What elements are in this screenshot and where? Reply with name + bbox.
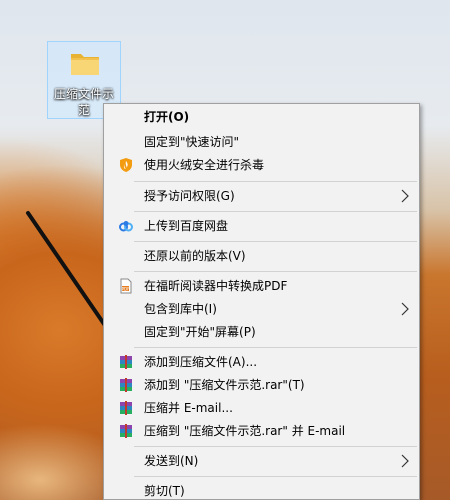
menu-item-label: 在福昕阅读器中转换成PDF: [144, 279, 288, 293]
foxit-pdf-icon: PDF: [120, 278, 132, 294]
menu-item-send-to[interactable]: 发送到(N): [106, 450, 417, 472]
menu-item-label: 包含到库中(I): [144, 302, 217, 316]
menu-item-add-to-rar[interactable]: 添加到 "压缩文件示范.rar"(T): [106, 374, 417, 396]
menu-item-label: 授予访问权限(G): [144, 189, 235, 203]
menu-item-compress-email[interactable]: 压缩并 E-mail...: [106, 397, 417, 419]
menu-item-label: 使用火绒安全进行杀毒: [144, 158, 265, 172]
menu-item-label: 添加到 "压缩文件示范.rar"(T): [144, 378, 305, 392]
huorong-shield-icon: [120, 158, 132, 172]
menu-item-label: 发送到(N): [144, 454, 199, 468]
context-menu: 打开(O) 固定到"快速访问" 使用火绒安全进行杀毒 授予访问权限(G) 上传到…: [103, 103, 420, 500]
menu-item-grant-access[interactable]: 授予访问权限(G): [106, 185, 417, 207]
menu-item-label: 固定到"快速访问": [144, 135, 240, 149]
menu-item-label: 压缩到 "压缩文件示范.rar" 并 E-mail: [144, 424, 346, 438]
menu-item-foxit-convert[interactable]: PDF 在福昕阅读器中转换成PDF: [106, 275, 417, 297]
menu-separator: [134, 347, 417, 348]
chevron-right-icon: [401, 302, 409, 316]
chevron-right-icon: [401, 454, 409, 468]
winrar-icon: [120, 424, 132, 438]
menu-item-cut[interactable]: 剪切(T): [106, 480, 417, 499]
svg-text:PDF: PDF: [122, 286, 130, 291]
menu-separator: [134, 211, 417, 212]
menu-separator: [134, 271, 417, 272]
menu-item-label: 剪切(T): [144, 484, 185, 498]
menu-item-label: 固定到"开始"屏幕(P): [144, 325, 256, 339]
winrar-icon: [120, 401, 132, 415]
menu-item-pin-quick-access[interactable]: 固定到"快速访问": [106, 131, 417, 153]
menu-item-label: 还原以前的版本(V): [144, 249, 246, 263]
menu-item-restore-versions[interactable]: 还原以前的版本(V): [106, 245, 417, 267]
menu-item-label: 打开(O): [144, 110, 190, 124]
menu-item-compress-rar-email[interactable]: 压缩到 "压缩文件示范.rar" 并 E-mail: [106, 420, 417, 442]
menu-item-add-to-archive[interactable]: 添加到压缩文件(A)...: [106, 351, 417, 373]
baidu-netdisk-icon: [119, 221, 133, 232]
menu-separator: [134, 181, 417, 182]
menu-item-huorong-scan[interactable]: 使用火绒安全进行杀毒: [106, 154, 417, 176]
menu-item-label: 添加到压缩文件(A)...: [144, 355, 258, 369]
chevron-right-icon: [401, 189, 409, 203]
menu-separator: [134, 476, 417, 477]
winrar-icon: [120, 378, 132, 392]
menu-item-open[interactable]: 打开(O): [106, 106, 417, 128]
menu-item-baidu-upload[interactable]: 上传到百度网盘: [106, 215, 417, 237]
winrar-icon: [120, 355, 132, 369]
menu-item-label: 上传到百度网盘: [144, 219, 229, 233]
folder-icon: [71, 54, 99, 75]
menu-separator: [134, 446, 417, 447]
menu-separator: [134, 241, 417, 242]
menu-item-label: 压缩并 E-mail...: [144, 401, 233, 415]
menu-item-include-library[interactable]: 包含到库中(I): [106, 298, 417, 320]
menu-item-pin-start[interactable]: 固定到"开始"屏幕(P): [106, 321, 417, 343]
